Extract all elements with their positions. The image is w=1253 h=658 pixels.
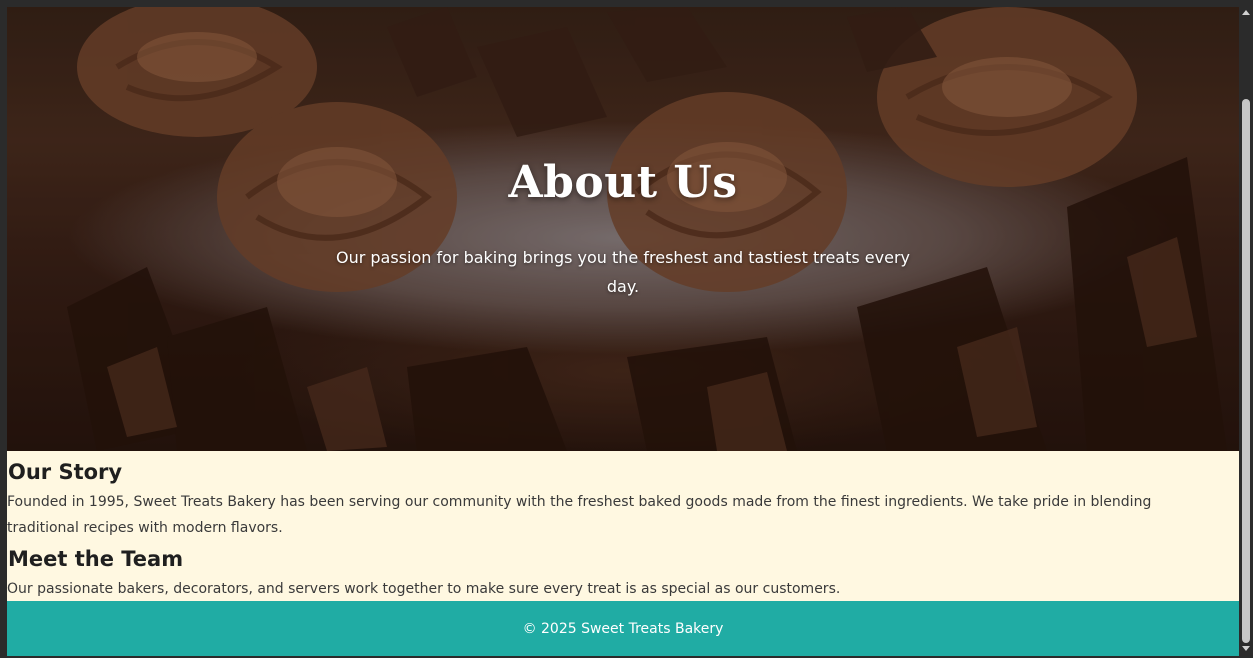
scrollbar-thumb[interactable] (1242, 99, 1250, 643)
our-story-heading: Our Story (8, 460, 123, 484)
our-story-text: Founded in 1995, Sweet Treats Bakery has… (7, 494, 1152, 536)
scroll-down-arrow-icon[interactable] (1242, 646, 1250, 651)
meet-the-team-heading: Meet the Team (8, 547, 184, 571)
hero-subtitle: Our passion for baking brings you the fr… (336, 248, 910, 296)
page-viewport: About Us Our passion for baking brings y… (7, 7, 1239, 656)
footer-copyright: © 2025 Sweet Treats Bakery (522, 620, 724, 637)
meet-the-team-text: Our passionate bakers, decorators, and s… (7, 581, 841, 597)
scroll-up-arrow-icon[interactable] (1242, 10, 1250, 15)
hero-section: About Us Our passion for baking brings y… (7, 7, 1239, 451)
page-title: About Us (508, 157, 738, 208)
hero-overlay (7, 7, 1239, 451)
site-footer: © 2025 Sweet Treats Bakery (7, 601, 1239, 656)
vertical-scrollbar[interactable] (1239, 7, 1253, 656)
